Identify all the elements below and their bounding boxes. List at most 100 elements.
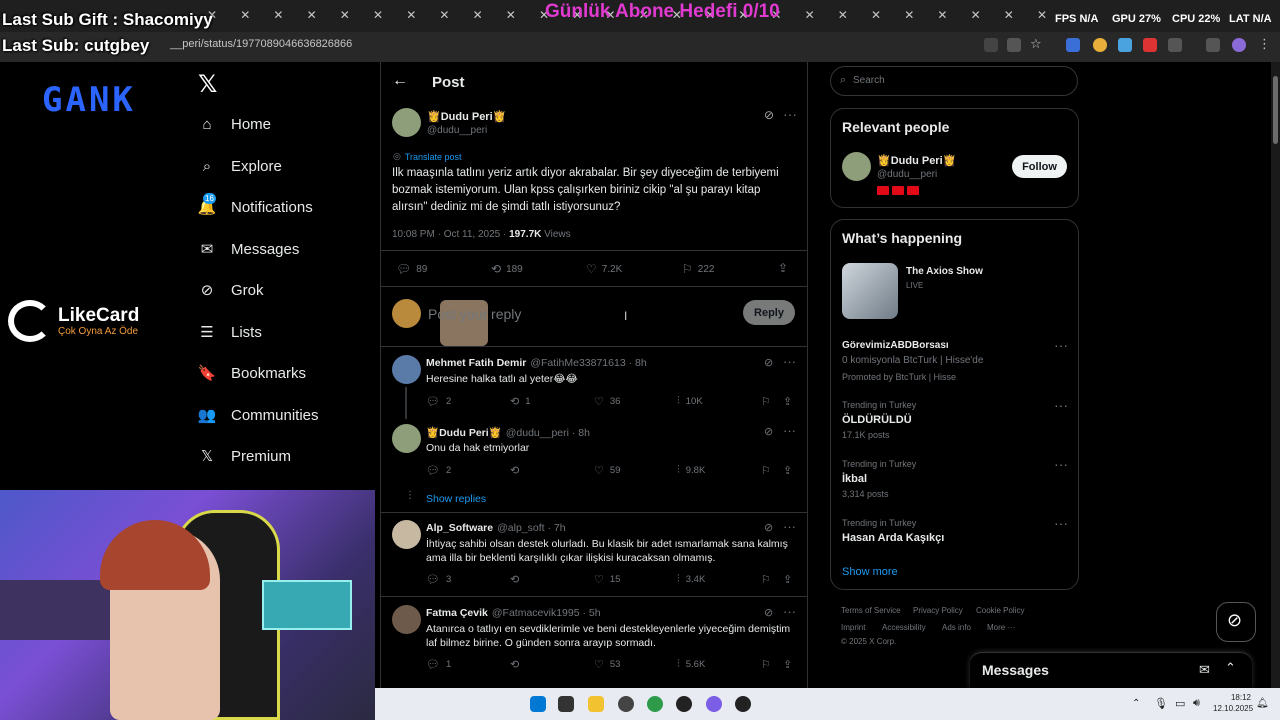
repost-button[interactable]: ⟲ xyxy=(510,573,525,586)
like-button[interactable]: ♡ 59 xyxy=(594,464,620,477)
scrollbar-thumb[interactable] xyxy=(1273,76,1278,144)
repost-button[interactable]: ⟲ xyxy=(510,464,525,477)
bookmark-icon[interactable]: ⚐ xyxy=(761,573,771,586)
follow-button[interactable]: Follow xyxy=(1012,155,1067,178)
sidebar-item-bookmarks[interactable]: 🔖 Bookmarks xyxy=(198,364,306,383)
more-icon[interactable]: ··· xyxy=(783,106,797,122)
live-title[interactable]: The Axios Show xyxy=(906,266,983,277)
taskbar-app-icon[interactable] xyxy=(706,696,722,712)
more-icon[interactable]: ··· xyxy=(783,519,796,534)
tab-close-icon[interactable]: ✕ xyxy=(240,8,250,22)
more-icon[interactable]: ··· xyxy=(783,423,796,438)
bookmark-icon[interactable]: ⚐ xyxy=(761,658,771,671)
trend-topic[interactable]: ÖLDÜRÜLDÜ xyxy=(842,414,912,426)
extension-icon[interactable] xyxy=(1143,38,1157,52)
tab-close-icon[interactable]: ✕ xyxy=(307,8,317,22)
show-replies-link[interactable]: Show replies xyxy=(426,493,486,505)
extension-icon[interactable] xyxy=(1118,38,1132,52)
like-button[interactable]: ♡ 53 xyxy=(594,658,620,671)
bookmark-icon[interactable]: ⚐ xyxy=(761,395,771,408)
tab-close-icon[interactable]: ✕ xyxy=(871,8,881,22)
grok-icon[interactable]: ⊘ xyxy=(764,606,773,619)
x-logo-icon[interactable]: 𝕏 xyxy=(198,70,217,99)
taskbar-time[interactable]: 18:12 xyxy=(1227,693,1251,702)
back-arrow-icon[interactable]: ← xyxy=(392,72,408,90)
taskbar-app-icon[interactable] xyxy=(676,696,692,712)
star-icon[interactable]: ☆ xyxy=(1030,36,1042,52)
views-button[interactable]: ⫶ 9.8K xyxy=(677,464,705,477)
extensions-puzzle-icon[interactable] xyxy=(1168,38,1182,52)
privacy-link[interactable]: Privacy Policy xyxy=(913,606,963,615)
more-icon[interactable]: ··· xyxy=(1054,337,1068,353)
install-app-icon[interactable] xyxy=(984,38,998,52)
avatar[interactable] xyxy=(392,299,421,328)
reply-button[interactable]: 💬︎ 3 xyxy=(426,573,451,586)
tab-close-icon[interactable]: ✕ xyxy=(473,8,483,22)
tab-close-icon[interactable]: ✕ xyxy=(406,8,416,22)
more-icon[interactable]: ··· xyxy=(783,604,796,619)
like-button[interactable]: ♡ 36 xyxy=(594,395,620,408)
taskbar-app-icon[interactable] xyxy=(558,696,574,712)
reply-button[interactable]: 💬︎ 2 xyxy=(426,464,451,477)
reply-author-handle[interactable]: @dudu__peri · 8h xyxy=(506,427,590,439)
reply-submit-button[interactable]: Reply xyxy=(743,300,795,325)
extension-icon[interactable] xyxy=(1093,38,1107,52)
more-icon[interactable]: ··· xyxy=(1054,515,1068,531)
relevant-handle[interactable]: @dudu__peri xyxy=(877,169,937,180)
tab-close-icon[interactable]: ✕ xyxy=(805,8,815,22)
file-explorer-icon[interactable] xyxy=(588,696,604,712)
tab-close-icon[interactable]: ✕ xyxy=(340,8,350,22)
taskbar-app-icon[interactable] xyxy=(735,696,751,712)
reply-author-handle[interactable]: @Fatmacevik1995 · 5h xyxy=(492,607,601,619)
reply-author-name[interactable]: Mehmet Fatih Demir xyxy=(426,357,526,369)
author-name[interactable]: 👸Dudu Peri👸 xyxy=(427,110,506,123)
more-icon[interactable]: ··· xyxy=(783,354,796,369)
avatar[interactable] xyxy=(392,108,421,137)
taskbar-date[interactable]: 12.10.2025 xyxy=(1213,704,1253,713)
reply-button[interactable]: 💬︎ 2 xyxy=(426,395,451,408)
tab-close-icon[interactable]: ✕ xyxy=(937,8,947,22)
sidebar-item-premium[interactable]: 𝕏 Premium xyxy=(198,447,291,466)
windows-start-icon[interactable] xyxy=(530,696,546,712)
imprint-link[interactable]: Imprint xyxy=(841,623,865,632)
sidebar-item-communities[interactable]: 👥 Communities xyxy=(198,406,319,425)
trend-topic[interactable]: Hasan Arda Kaşıkçı xyxy=(842,532,944,544)
terms-link[interactable]: Terms of Service xyxy=(841,606,901,615)
grok-icon[interactable]: ⊘ xyxy=(764,425,773,438)
bookmark-button[interactable]: ⚐ 222 xyxy=(682,262,714,276)
avatar[interactable] xyxy=(392,605,421,634)
network-icon[interactable]: ▭ xyxy=(1175,697,1185,710)
tab-close-icon[interactable]: ✕ xyxy=(506,8,516,22)
share-icon[interactable]: ⇪ xyxy=(783,395,792,408)
obs-icon[interactable] xyxy=(618,696,634,712)
avatar[interactable] xyxy=(392,355,421,384)
tray-chevron-icon[interactable]: ⌃ xyxy=(1132,698,1140,709)
sidebar-item-messages[interactable]: ✉ Messages xyxy=(198,240,300,259)
sidebar-item-lists[interactable]: ☰ Lists xyxy=(198,323,262,342)
tab-close-icon[interactable]: ✕ xyxy=(904,8,914,22)
avatar[interactable] xyxy=(842,152,871,181)
like-button[interactable]: ♡ 15 xyxy=(594,573,620,586)
new-message-icon[interactable]: ✉ xyxy=(1199,662,1210,678)
more-icon[interactable]: ··· xyxy=(1054,397,1068,413)
avatar[interactable] xyxy=(392,520,421,549)
relevant-name[interactable]: 👸Dudu Peri👸 xyxy=(877,154,956,167)
repost-button[interactable]: ⟲ 1 xyxy=(510,395,531,408)
accessibility-link[interactable]: Accessibility xyxy=(882,623,926,632)
tab-close-icon[interactable]: ✕ xyxy=(971,8,981,22)
profile-avatar[interactable] xyxy=(1232,38,1246,52)
repost-button[interactable]: ⟲ xyxy=(510,658,525,671)
grok-icon[interactable]: ⊘ xyxy=(764,108,774,122)
live-thumbnail-image[interactable] xyxy=(842,263,898,319)
extension-icon[interactable] xyxy=(1066,38,1080,52)
tab-close-icon[interactable]: ✕ xyxy=(1037,8,1047,22)
tab-close-icon[interactable]: ✕ xyxy=(273,8,283,22)
avatar[interactable] xyxy=(392,424,421,453)
cookie-link[interactable]: Cookie Policy xyxy=(976,606,1024,615)
share-button[interactable]: ⇪ xyxy=(778,261,793,275)
ads-info-link[interactable]: Ads info xyxy=(942,623,971,632)
sidebar-item-home[interactable]: ⌂ Home xyxy=(198,115,271,133)
show-more-link[interactable]: Show more xyxy=(842,566,898,578)
grok-icon[interactable]: ⊘ xyxy=(764,356,773,369)
bookmark-icon[interactable]: ⚐ xyxy=(761,464,771,477)
